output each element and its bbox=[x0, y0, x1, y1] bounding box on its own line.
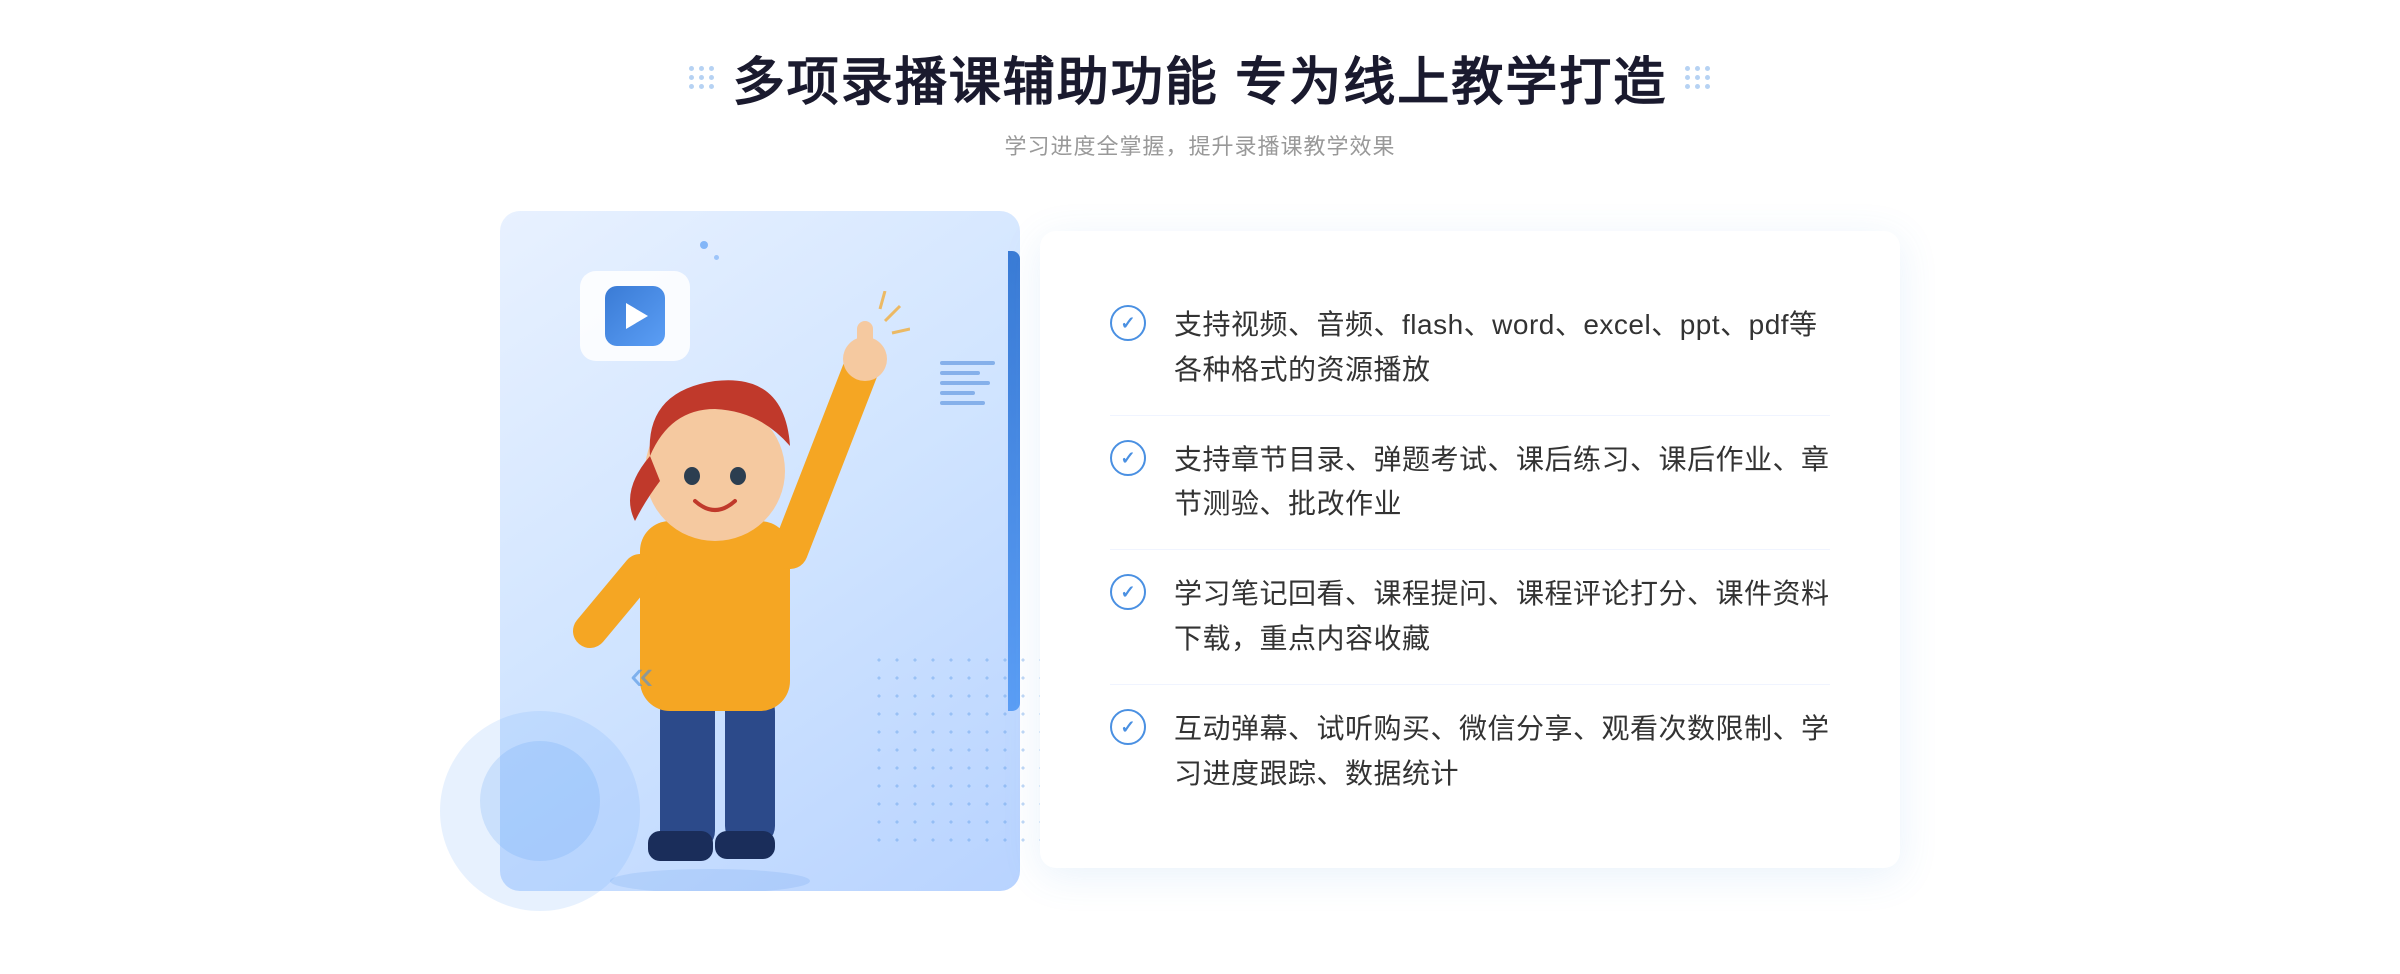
illustration-bg bbox=[500, 211, 1020, 891]
left-chevron-icon: « bbox=[630, 651, 653, 699]
feature-text-2: 支持章节目录、弹题考试、课后练习、课后作业、章节测验、批改作业 bbox=[1174, 438, 1830, 528]
checkmark-4: ✓ bbox=[1120, 718, 1135, 736]
check-icon-2: ✓ bbox=[1110, 440, 1146, 476]
content-area: « ✓ 支持视频、音频、flash、word、excel、ppt、pdf等各种格式… bbox=[500, 201, 1900, 898]
header-section: 多项录播课辅助功能 专为线上教学打造 学习进度全掌握，提升录播课教学效果 bbox=[689, 40, 1711, 161]
feature-text-1: 支持视频、音频、flash、word、excel、ppt、pdf等各种格式的资源… bbox=[1174, 303, 1830, 393]
feature-item-2: ✓ 支持章节目录、弹题考试、课后练习、课后作业、章节测验、批改作业 bbox=[1110, 416, 1830, 551]
feature-item-4: ✓ 互动弹幕、试听购买、微信分享、观看次数限制、学习进度跟踪、数据统计 bbox=[1110, 685, 1830, 819]
check-icon-3: ✓ bbox=[1110, 574, 1146, 610]
left-dots-decoration bbox=[689, 66, 715, 89]
sparkle-decoration bbox=[700, 241, 719, 260]
features-panel: ✓ 支持视频、音频、flash、word、excel、ppt、pdf等各种格式的资… bbox=[1040, 231, 1900, 868]
check-icon-1: ✓ bbox=[1110, 305, 1146, 341]
feature-item-1: ✓ 支持视频、音频、flash、word、excel、ppt、pdf等各种格式的资… bbox=[1110, 281, 1830, 416]
sparkle-dot-small bbox=[714, 255, 719, 260]
feature-text-3: 学习笔记回看、课程提问、课程评论打分、课件资料下载，重点内容收藏 bbox=[1174, 572, 1830, 662]
page-title: 多项录播课辅助功能 专为线上教学打造 bbox=[733, 40, 1667, 115]
right-dots-decoration bbox=[1685, 66, 1711, 89]
blue-accent-bar bbox=[1008, 251, 1020, 711]
feature-item-3: ✓ 学习笔记回看、课程提问、课程评论打分、课件资料下载，重点内容收藏 bbox=[1110, 550, 1830, 685]
page-subtitle: 学习进度全掌握，提升录播课教学效果 bbox=[1004, 129, 1395, 161]
title-row: 多项录播课辅助功能 专为线上教学打造 bbox=[689, 40, 1711, 115]
illustration-container: « bbox=[500, 201, 1080, 898]
checkmark-1: ✓ bbox=[1120, 314, 1135, 332]
person-illustration bbox=[530, 291, 910, 891]
sparkle-dot-large bbox=[700, 241, 708, 249]
check-icon-4: ✓ bbox=[1110, 709, 1146, 745]
checkmark-2: ✓ bbox=[1120, 449, 1135, 467]
stripe-decoration bbox=[940, 361, 1000, 441]
feature-text-4: 互动弹幕、试听购买、微信分享、观看次数限制、学习进度跟踪、数据统计 bbox=[1174, 707, 1830, 797]
checkmark-3: ✓ bbox=[1120, 583, 1135, 601]
